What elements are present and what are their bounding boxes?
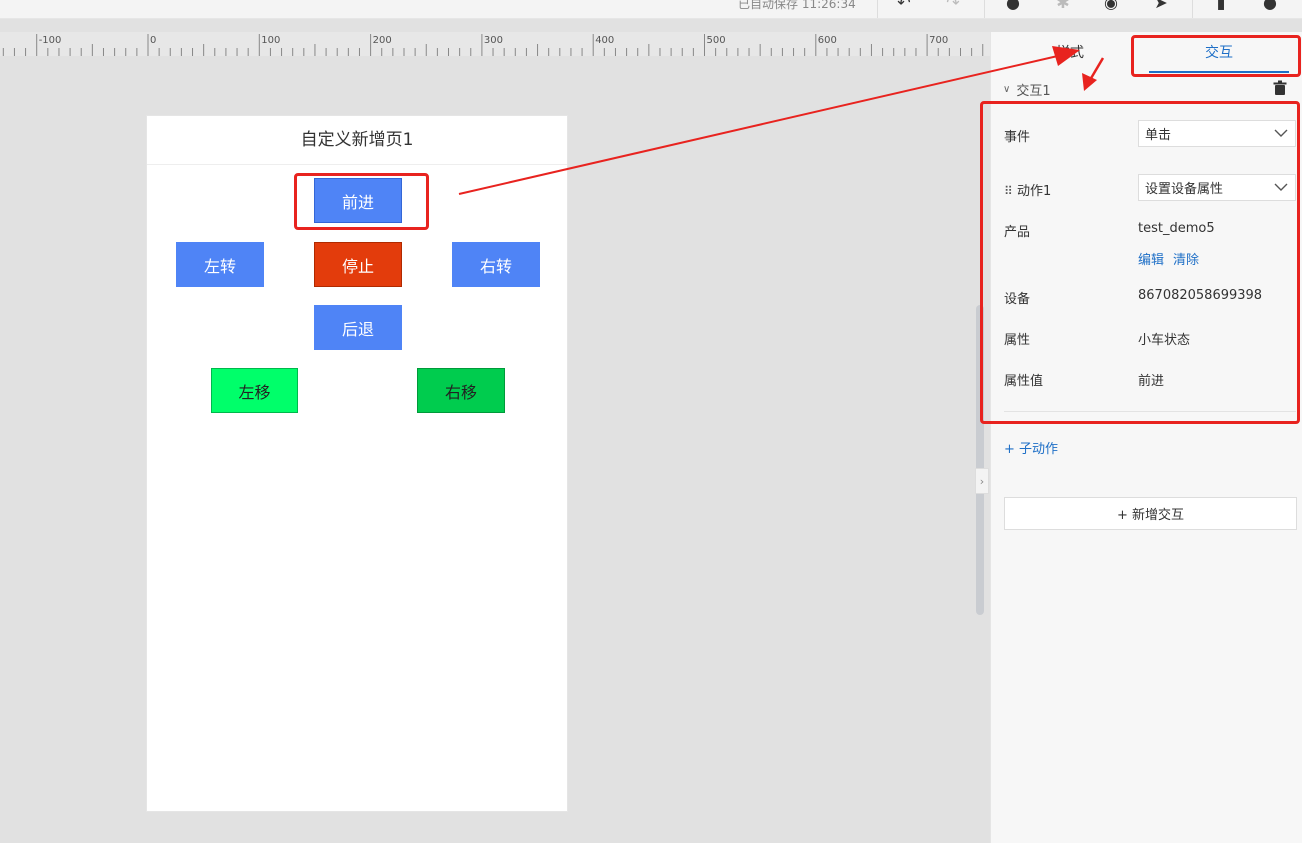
move-left-button[interactable]: 左移 bbox=[211, 368, 298, 413]
event-label: 事件 bbox=[1004, 130, 1031, 145]
chevron-down-icon bbox=[1274, 129, 1288, 137]
event-select[interactable]: 单击 bbox=[1138, 120, 1296, 147]
mobile-page-preview[interactable]: 自定义新增页1 前进 左转 停止 右转 后退 左移 右移 bbox=[146, 115, 568, 812]
interaction-section-header[interactable]: ∨ 交互1 bbox=[1003, 80, 1051, 99]
property-label: 属性 bbox=[1004, 333, 1031, 348]
toolbar-separator bbox=[877, 0, 878, 18]
ruler-label: 200 bbox=[373, 35, 392, 46]
chevron-down-icon: ∨ bbox=[1003, 84, 1011, 95]
product-value: test_demo5 bbox=[1138, 221, 1215, 236]
action-select-value: 设置设备属性 bbox=[1145, 182, 1224, 197]
ruler-ticks: -100 0 100 200 300 400 500 600 700 bbox=[2, 34, 984, 56]
canvas-scrollbar[interactable] bbox=[976, 305, 984, 615]
product-label: 产品 bbox=[1004, 225, 1031, 240]
ruler-label: 0 bbox=[150, 35, 156, 46]
horizontal-ruler: -100 0 100 200 300 400 500 600 700 bbox=[0, 32, 990, 56]
ruler-label: 300 bbox=[484, 35, 503, 46]
ruler-label: 500 bbox=[707, 35, 726, 46]
ruler-label: 600 bbox=[818, 35, 837, 46]
add-sub-action-link[interactable]: + 子动作 bbox=[1004, 438, 1058, 457]
ruler-label: 700 bbox=[929, 35, 948, 46]
left-turn-button[interactable]: 左转 bbox=[176, 242, 264, 287]
property-value-value: 前进 bbox=[1138, 374, 1165, 389]
property-value: 小车状态 bbox=[1138, 333, 1191, 348]
drag-handle-icon[interactable]: ⠿ bbox=[1004, 184, 1013, 198]
properties-panel: 样式 交互 ∨ 交互1 事件 单击 ⠿ 动作1 设置设备属性 产品 test_d… bbox=[990, 32, 1302, 843]
document-icon[interactable]: ▮ bbox=[1210, 0, 1232, 13]
toolbar-separator bbox=[1192, 0, 1193, 18]
interaction-title: 交互1 bbox=[1016, 84, 1051, 99]
bug-icon[interactable]: ✱ bbox=[1052, 0, 1074, 13]
check-circle-icon[interactable]: ● bbox=[1002, 0, 1024, 13]
right-turn-button[interactable]: 右转 bbox=[452, 242, 540, 287]
chevron-right-icon: › bbox=[979, 474, 985, 488]
ruler-label: 400 bbox=[595, 35, 614, 46]
top-toolbar: 已自动保存 11:26:34 ↶ ↷ ● ✱ ◉ ➤ ▮ ● bbox=[0, 0, 1302, 19]
ruler-label: 100 bbox=[261, 35, 280, 46]
action-select[interactable]: 设置设备属性 bbox=[1138, 174, 1296, 201]
eye-icon[interactable]: ◉ bbox=[1100, 0, 1122, 13]
autosave-status: 已自动保存 11:26:34 bbox=[738, 0, 856, 11]
forward-button[interactable]: 前进 bbox=[314, 178, 402, 223]
trash-icon[interactable] bbox=[1272, 80, 1288, 96]
panel-collapse-handle[interactable]: › bbox=[975, 468, 989, 494]
property-value-label: 属性值 bbox=[1004, 374, 1044, 389]
move-right-button[interactable]: 右移 bbox=[417, 368, 505, 413]
ruler-label: -100 bbox=[39, 35, 62, 46]
action-label-row: ⠿ 动作1 bbox=[1004, 180, 1051, 199]
backward-button[interactable]: 后退 bbox=[314, 305, 402, 350]
device-value: 867082058699398 bbox=[1138, 288, 1263, 303]
help-icon[interactable]: ● bbox=[1259, 0, 1281, 13]
add-interaction-button[interactable]: + 新增交互 bbox=[1004, 497, 1297, 530]
event-select-value: 单击 bbox=[1145, 128, 1172, 143]
tab-style[interactable]: 样式 bbox=[991, 32, 1149, 74]
page-title: 自定义新增页1 bbox=[147, 116, 567, 165]
clear-link[interactable]: 清除 bbox=[1173, 249, 1199, 268]
redo-icon[interactable]: ↷ bbox=[942, 0, 964, 13]
edit-link[interactable]: 编辑 bbox=[1138, 249, 1164, 268]
tab-interaction[interactable]: 交互 bbox=[1149, 32, 1289, 74]
undo-icon[interactable]: ↶ bbox=[893, 0, 915, 13]
section-divider bbox=[1004, 411, 1296, 412]
stop-button[interactable]: 停止 bbox=[314, 242, 402, 287]
chevron-down-icon bbox=[1274, 183, 1288, 191]
active-tab-indicator bbox=[1149, 71, 1289, 73]
device-label: 设备 bbox=[1004, 292, 1031, 307]
action-label: 动作1 bbox=[1016, 184, 1052, 199]
send-icon[interactable]: ➤ bbox=[1150, 0, 1172, 13]
toolbar-separator bbox=[984, 0, 985, 18]
